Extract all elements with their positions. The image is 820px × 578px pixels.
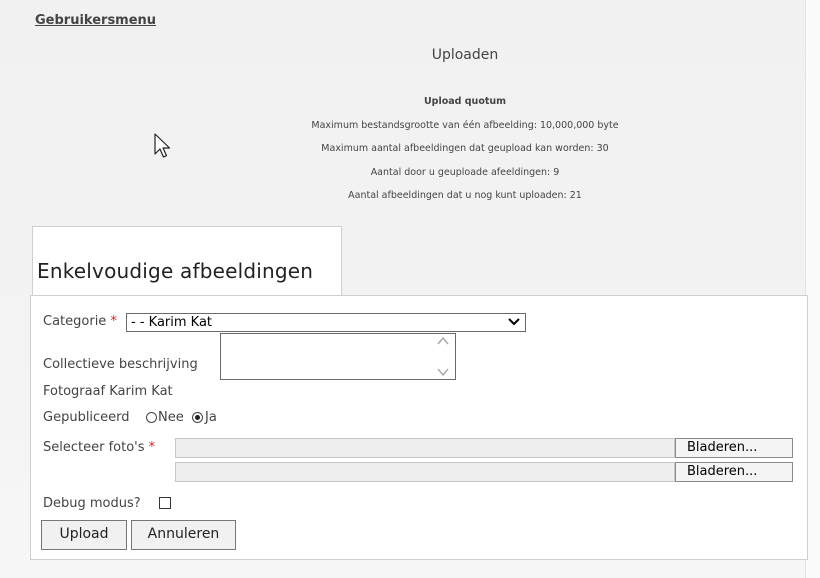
browse-button-1[interactable]: Bladeren... <box>675 438 793 458</box>
description-textarea[interactable] <box>220 333 456 380</box>
photographer-label: Fotograaf <box>43 384 106 399</box>
photographer-value: Karim Kat <box>109 384 173 399</box>
quota-max-file-size: Maximum bestandsgrootte van één afbeeldi… <box>311 119 619 131</box>
upload-quota: Upload quotum Maximum bestandsgrootte va… <box>0 90 820 208</box>
scroll-down-icon[interactable] <box>437 367 449 377</box>
published-no-radio[interactable] <box>146 412 157 423</box>
chevron-down-icon <box>508 318 520 326</box>
category-label-text: Categorie <box>43 314 107 329</box>
file-input-1[interactable] <box>175 438 675 458</box>
tab-label: Enkelvoudige afbeeldingen <box>37 259 314 283</box>
photographer-row: Fotograaf Karim Kat <box>43 384 173 399</box>
description-label: Collectieve beschrijving <box>43 357 198 372</box>
category-label: Categorie * <box>43 314 117 329</box>
required-mark: * <box>148 440 156 455</box>
published-yes-label: Ja <box>205 410 217 425</box>
page-title: Uploaden <box>431 47 499 63</box>
user-menu-link[interactable]: Gebruikersmenu <box>35 13 156 28</box>
select-photos-label: Selecteer foto's * <box>43 440 155 455</box>
published-no-label: Nee <box>158 410 184 425</box>
quota-remaining: Aantal afbeeldingen dat u nog kunt uploa… <box>348 190 582 201</box>
category-select[interactable]: - - Karim Kat <box>126 313 526 332</box>
published-label: Gepubliceerd <box>43 410 130 425</box>
mouse-cursor-icon <box>154 133 171 158</box>
required-mark: * <box>110 314 117 329</box>
quota-uploaded: Aantal door u geuploade afeeldingen: 9 <box>370 166 560 178</box>
quota-title: Upload quotum <box>423 96 507 107</box>
browse-button-2[interactable]: Bladeren... <box>675 462 793 482</box>
debug-checkbox[interactable] <box>159 497 171 509</box>
category-selected-value: - - Karim Kat <box>131 315 213 330</box>
scroll-up-icon[interactable] <box>437 336 449 346</box>
select-photos-label-text: Selecteer foto's <box>43 440 145 455</box>
quota-max-images: Maximum aantal afbeeldingen dat geupload… <box>321 143 609 154</box>
tab-single-images[interactable]: Enkelvoudige afbeeldingen <box>32 226 342 297</box>
cancel-button[interactable]: Annuleren <box>131 520 236 550</box>
published-yes-radio[interactable] <box>192 412 203 423</box>
upload-button[interactable]: Upload <box>41 520 127 550</box>
debug-label: Debug modus? <box>43 496 141 511</box>
file-input-2[interactable] <box>175 462 675 482</box>
